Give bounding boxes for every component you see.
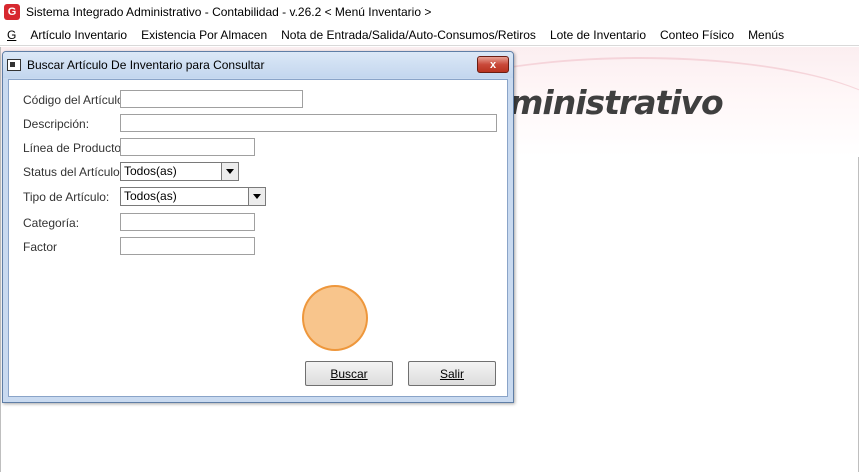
dialog-body: Código del Artículo: Descripción: Línea … xyxy=(8,79,508,397)
tipo-select[interactable]: Todos(as) xyxy=(120,187,266,206)
codigo-label: Código del Artículo: xyxy=(23,93,128,107)
menu-nota-label: Nota de Entrada/Salida/Auto-Consumos/Ret… xyxy=(281,27,536,42)
close-icon: x xyxy=(489,58,497,71)
menu-lote-de-inventario[interactable]: Lote de Inventario xyxy=(543,24,653,46)
menu-g-label: G xyxy=(7,27,17,42)
window-icon xyxy=(7,59,21,71)
descripcion-input[interactable] xyxy=(120,114,497,132)
chevron-down-icon[interactable] xyxy=(248,188,265,205)
menu-articulo-inventario-label: Artículo Inventario xyxy=(30,27,128,42)
chevron-down-icon[interactable] xyxy=(221,163,238,180)
salir-button-label: Salir xyxy=(439,366,464,381)
dialog-title: Buscar Artículo De Inventario para Consu… xyxy=(27,58,265,72)
salir-button[interactable]: Salir xyxy=(408,361,496,386)
menu-g[interactable]: G xyxy=(0,24,23,46)
linea-label: Línea de Producto: xyxy=(23,141,125,155)
menu-nota-de-entrada[interactable]: Nota de Entrada/Salida/Auto-Consumos/Ret… xyxy=(274,24,543,46)
banner-text: ministrativo xyxy=(509,83,724,122)
search-article-dialog: Buscar Artículo De Inventario para Consu… xyxy=(2,51,514,403)
menu-menus-label: Menús xyxy=(748,27,785,42)
buscar-button[interactable]: Buscar xyxy=(305,361,393,386)
dialog-titlebar: Buscar Artículo De Inventario para Consu… xyxy=(3,52,513,78)
click-highlight-indicator xyxy=(302,285,368,351)
menu-existencia-label: Existencia Por Almacen xyxy=(141,27,268,42)
status-select-value: Todos(as) xyxy=(124,164,177,178)
categoria-label: Categoría: xyxy=(23,216,80,230)
tipo-select-value: Todos(as) xyxy=(124,189,177,203)
close-button[interactable]: x xyxy=(477,56,509,73)
tipo-label: Tipo de Artículo: xyxy=(23,190,110,204)
menu-lote-label: Lote de Inventario xyxy=(549,27,647,42)
categoria-input[interactable] xyxy=(120,213,255,231)
app-logo-icon: G xyxy=(4,4,20,20)
menu-bar: G Artículo Inventario Existencia Por Alm… xyxy=(0,24,859,46)
menu-menus[interactable]: Menús xyxy=(741,24,791,46)
window-titlebar: G Sistema Integrado Administrativo - Con… xyxy=(0,0,859,24)
linea-input[interactable] xyxy=(120,138,255,156)
status-select[interactable]: Todos(as) xyxy=(120,162,239,181)
factor-label: Factor xyxy=(23,240,58,254)
buscar-button-label: Buscar xyxy=(330,366,368,381)
menu-conteo-fisico[interactable]: Conteo Físico xyxy=(653,24,741,46)
menu-articulo-inventario[interactable]: Artículo Inventario xyxy=(23,24,134,46)
menu-conteo-label: Conteo Físico xyxy=(660,27,735,42)
window-title: Sistema Integrado Administrativo - Conta… xyxy=(26,5,432,19)
descripcion-label: Descripción: xyxy=(23,117,90,131)
factor-input[interactable] xyxy=(120,237,255,255)
status-label: Status del Artículo: xyxy=(23,165,124,179)
menu-existencia-por-almacen[interactable]: Existencia Por Almacen xyxy=(134,24,274,46)
codigo-input[interactable] xyxy=(120,90,303,108)
